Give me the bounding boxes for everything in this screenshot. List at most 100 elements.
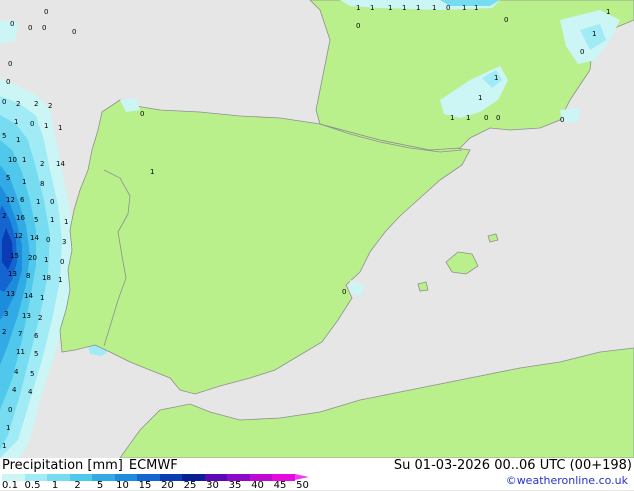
value-label: 0 bbox=[10, 20, 14, 28]
legend-label: 45 bbox=[273, 480, 287, 491]
value-label: 0 bbox=[580, 48, 584, 56]
legend-label: 40 bbox=[251, 480, 264, 491]
value-label: 0 bbox=[46, 236, 50, 244]
value-label: 3 bbox=[62, 238, 66, 246]
value-label: 1 bbox=[58, 276, 62, 284]
value-label: 1 bbox=[388, 4, 392, 12]
value-label: 1 bbox=[6, 424, 10, 432]
value-label: 0 bbox=[8, 60, 12, 68]
legend-label: 50 bbox=[296, 480, 309, 491]
value-label: 20 bbox=[28, 254, 37, 262]
value-label: 14 bbox=[24, 292, 33, 300]
value-label: 15 bbox=[10, 252, 19, 260]
value-label: 8 bbox=[26, 272, 30, 280]
value-label: 1 bbox=[356, 4, 360, 12]
value-label: 0 bbox=[44, 8, 48, 16]
value-label: 2 bbox=[40, 160, 44, 168]
value-label: 8 bbox=[40, 180, 44, 188]
value-label: 1 bbox=[22, 178, 26, 186]
value-label: 13 bbox=[8, 270, 17, 278]
value-label: 14 bbox=[56, 160, 65, 168]
value-label: 2 bbox=[2, 212, 6, 220]
legend-label: 25 bbox=[183, 480, 197, 491]
title-text: Precipitation [mm] bbox=[2, 458, 123, 473]
legend-label: 1 bbox=[51, 480, 59, 491]
value-label: 6 bbox=[34, 332, 39, 340]
value-label: 1 bbox=[416, 4, 420, 12]
legend-label: 0.5 bbox=[24, 480, 41, 491]
value-label: 6 bbox=[20, 196, 25, 204]
legend-label: 35 bbox=[228, 480, 242, 491]
value-label: 1 bbox=[606, 8, 610, 16]
value-label: 0 bbox=[356, 22, 360, 30]
value-label: 0 bbox=[28, 24, 32, 32]
value-label: 5 bbox=[2, 132, 6, 140]
value-label: 1 bbox=[494, 74, 498, 82]
value-label: 13 bbox=[22, 312, 31, 320]
value-label: 1 bbox=[50, 216, 54, 224]
value-label: 5 bbox=[30, 370, 34, 378]
value-label: 2 bbox=[48, 102, 52, 110]
value-label: 2 bbox=[38, 314, 42, 322]
value-label: 0 bbox=[446, 4, 450, 12]
legend-label: 5 bbox=[96, 480, 104, 491]
value-label: 4 bbox=[12, 386, 17, 394]
legend-label: 2 bbox=[74, 480, 81, 491]
value-label: 3 bbox=[4, 310, 8, 318]
product-title: Precipitation [mm] ECMWF bbox=[2, 458, 178, 473]
value-label: 1 bbox=[2, 442, 6, 450]
value-label: 1 bbox=[592, 30, 596, 38]
value-label: 16 bbox=[16, 214, 25, 222]
value-label: 5 bbox=[34, 350, 38, 358]
value-label: 0 bbox=[140, 110, 144, 118]
legend-label: 0.1 bbox=[2, 480, 18, 491]
value-label: 1 bbox=[478, 94, 482, 102]
value-label: 0 bbox=[42, 24, 46, 32]
value-label: 1 bbox=[150, 168, 154, 176]
legend-label: 30 bbox=[206, 480, 219, 491]
credit-link[interactable]: ©weatheronline.co.uk bbox=[506, 474, 628, 487]
value-label: 2 bbox=[16, 100, 20, 108]
value-label: 0 bbox=[30, 120, 34, 128]
value-label: 7 bbox=[18, 330, 22, 338]
balearic-ibiza bbox=[417, 281, 429, 292]
value-label: 5 bbox=[6, 174, 10, 182]
value-label: 1 bbox=[64, 218, 68, 226]
value-label: 0 bbox=[72, 28, 76, 36]
model-name: ECMWF bbox=[128, 458, 178, 473]
legend-label: 20 bbox=[161, 480, 174, 491]
value-label: 1 bbox=[450, 114, 454, 122]
value-label: 0 bbox=[50, 198, 54, 206]
legend-swatch bbox=[47, 474, 70, 481]
value-label: 1 bbox=[474, 4, 478, 12]
value-label: 4 bbox=[14, 368, 19, 376]
value-label: 0 bbox=[8, 406, 12, 414]
value-label: 12 bbox=[6, 196, 15, 204]
value-label: 1 bbox=[44, 256, 48, 264]
value-label: 0 bbox=[2, 98, 6, 106]
value-label: 2 bbox=[34, 100, 38, 108]
value-label: 12 bbox=[14, 232, 23, 240]
value-label: 1 bbox=[36, 198, 40, 206]
value-label: 1 bbox=[44, 122, 48, 130]
value-label: 1 bbox=[40, 294, 44, 302]
value-label: 0 bbox=[496, 114, 500, 122]
value-label: 4 bbox=[28, 388, 33, 396]
value-label: 0 bbox=[560, 116, 564, 124]
precipitation-map: 0 0 0 0 0 0 1 1 1 1 1 1 0 1 1 0 0 1 1 0 0 0 2 2 2 1 0 1 1 5 1 10 1 2 14 5 1 8… bbox=[0, 0, 634, 458]
value-label: 18 bbox=[42, 274, 51, 282]
value-label: 1 bbox=[58, 124, 62, 132]
value-label: 1 bbox=[16, 136, 20, 144]
value-label: 2 bbox=[2, 328, 6, 336]
legend-swatch bbox=[92, 474, 115, 481]
legend-label: 15 bbox=[138, 480, 152, 491]
value-label: 5 bbox=[34, 216, 38, 224]
value-label: 0 bbox=[60, 258, 64, 266]
value-label: 1 bbox=[370, 4, 374, 12]
value-label: 0 bbox=[484, 114, 488, 122]
legend-label: 10 bbox=[116, 480, 129, 491]
value-label: 10 bbox=[8, 156, 17, 164]
value-label: 11 bbox=[16, 348, 25, 356]
value-label: 1 bbox=[22, 156, 26, 164]
value-label: 0 bbox=[504, 16, 508, 24]
